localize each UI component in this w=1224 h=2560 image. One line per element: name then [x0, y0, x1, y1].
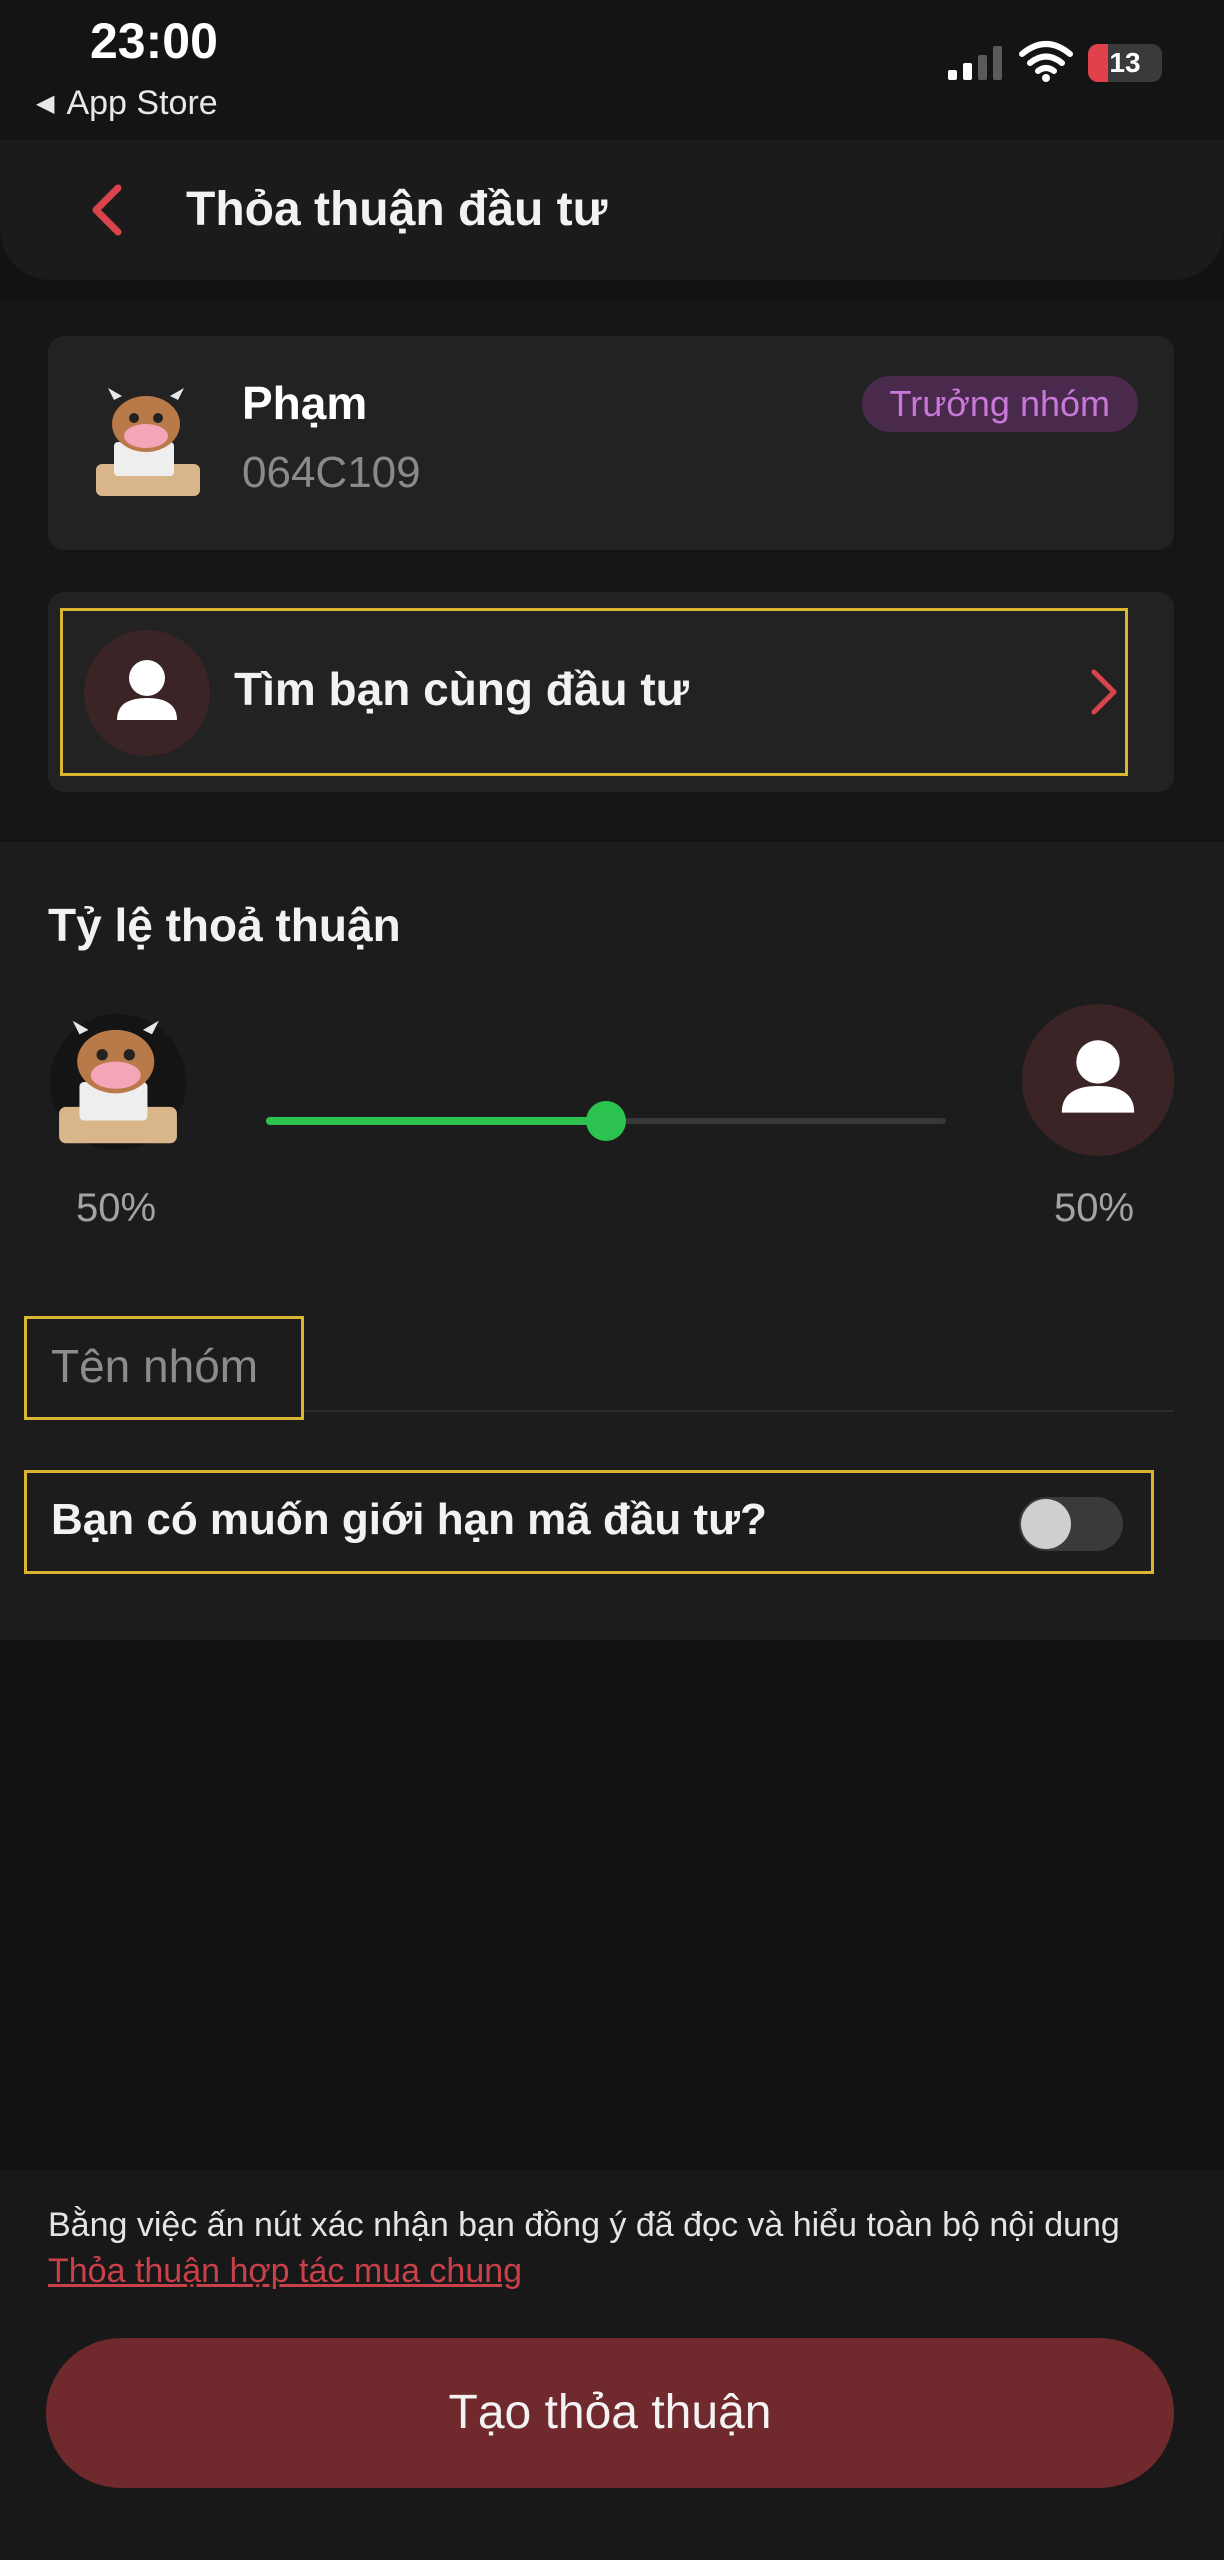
leader-name: Phạm — [242, 377, 368, 429]
agreement-link[interactable]: Thỏa thuận hợp tác mua chung — [48, 2252, 522, 2290]
ratio-slider-thumb[interactable] — [586, 1101, 626, 1141]
back-triangle-icon: ◀ — [36, 90, 55, 117]
limit-codes-row: Bạn có muốn giới hạn mã đầu tư? — [24, 1470, 1154, 1574]
page-header: Thỏa thuận đầu tư — [0, 140, 1224, 280]
leader-card: Phạm 064C109 Trưởng nhóm — [48, 336, 1174, 550]
battery-icon: 13 — [1088, 44, 1162, 82]
wifi-icon — [1019, 41, 1073, 82]
signal-icon — [948, 46, 1002, 80]
leader-id: 064C109 — [242, 448, 421, 497]
ratio-title: Tỷ lệ thoả thuận — [48, 899, 401, 951]
leader-badge: Trưởng nhóm — [861, 376, 1138, 432]
ratio-slider[interactable] — [266, 1101, 946, 1141]
back-chevron-icon[interactable] — [80, 180, 140, 240]
status-time: 23:00 — [90, 13, 218, 69]
partner-avatar — [84, 630, 210, 756]
agreement-ratio-section: Tỷ lệ thoả thuận 50% 50% Tên nhóm Bạn có… — [0, 842, 1224, 1640]
create-agreement-button[interactable]: Tạo thỏa thuận — [46, 2338, 1174, 2488]
partner-ratio-avatar — [1022, 1004, 1174, 1156]
consent-body: Bằng việc ấn nút xác nhận bạn đồng ý đã … — [48, 2206, 1120, 2244]
leader-percent: 50% — [76, 1186, 157, 1230]
toggle-knob — [1021, 1499, 1071, 1549]
page-title: Thỏa thuận đầu tư — [186, 183, 608, 236]
limit-codes-label: Bạn có muốn giới hạn mã đầu tư? — [51, 1495, 767, 1544]
group-name-placeholder: Tên nhóm — [51, 1340, 259, 1392]
chevron-right-icon — [1091, 669, 1117, 715]
members-section: Phạm 064C109 Trưởng nhóm Tìm bạn cùng đầ… — [0, 300, 1224, 840]
consent-text: Bằng việc ấn nút xác nhận bạn đồng ý đã … — [48, 2202, 1188, 2294]
cow-avatar — [59, 1020, 177, 1144]
battery-percent: 13 — [1109, 47, 1141, 78]
find-partner-card[interactable]: Tìm bạn cùng đầu tư — [48, 592, 1174, 792]
limit-codes-toggle[interactable] — [1019, 1497, 1123, 1551]
cow-avatar — [96, 388, 200, 496]
footer-area: Bằng việc ấn nút xác nhận bạn đồng ý đã … — [0, 2170, 1224, 2560]
group-name-underline — [304, 1410, 1174, 1412]
ratio-slider-fill — [266, 1117, 606, 1125]
user-icon — [1061, 1040, 1135, 1113]
back-to-app-link[interactable]: ◀ App Store — [36, 84, 218, 123]
leader-ratio-avatar — [50, 1014, 186, 1150]
partner-percent: 50% — [1054, 1186, 1135, 1230]
back-app-label: App Store — [66, 84, 218, 122]
user-icon — [117, 660, 177, 720]
find-partner-label: Tìm bạn cùng đầu tư — [234, 663, 689, 715]
status-bar: 23:00 ◀ App Store 13 — [0, 0, 1224, 140]
group-name-input[interactable]: Tên nhóm — [24, 1316, 304, 1420]
